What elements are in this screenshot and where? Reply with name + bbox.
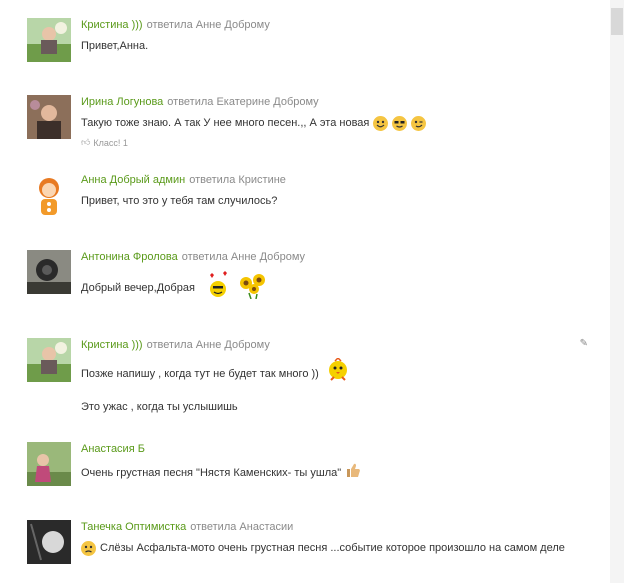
avatar[interactable] [27,95,71,139]
avatar[interactable] [27,173,71,217]
comment-text: Такую тоже знаю. А так У нее много песен… [81,117,370,129]
avatar[interactable] [27,18,71,62]
comment-text-row: Добрый вечер,Добрая [81,270,594,305]
edit-pencil-icon[interactable]: ✎ [580,338,588,349]
author-link[interactable]: Антонина Фролова [81,251,178,263]
author-link[interactable]: Анна Добрый админ [81,174,185,186]
scrollbar[interactable] [610,0,624,583]
wink-smile-icon [411,115,427,131]
reply-target[interactable]: ответила Анастасии [190,521,293,533]
sunglasses-smile-icon [392,115,408,131]
avatar[interactable] [27,442,71,486]
scrollbar-thumb[interactable] [611,8,623,35]
author-link[interactable]: Кристина ))) [81,19,143,31]
sad-smile-icon [81,540,96,556]
comment-text: Позже напишу , когда тут не будет так мн… [81,367,319,380]
comment-text: Слёзы Асфальта-мото очень грустная песня… [100,542,565,554]
thumbs-up-emoji-icon [345,462,361,483]
chick-icon [323,356,353,389]
comment-text: Привет, что это у тебя там случилось? [81,195,278,207]
comment-text: Очень грустная песня "Нястя Каменских- т… [81,466,342,479]
comment-text: Добрый вечер,Добрая [81,281,195,294]
comment-text-row: Позже напишу , когда тут не будет так мн… [81,356,594,389]
thumbs-up-icon: 👍︎ [81,137,91,147]
author-link[interactable]: Анастасия Б [81,443,145,455]
like-counter[interactable]: 👍︎ Класс! 1 [81,137,594,148]
comment-text-row: Такую тоже знаю. А так У нее много песен… [81,115,594,131]
comment-text-second-line: Это ужас , когда ты услышишь [81,401,238,413]
reply-target[interactable]: ответила Анне Доброму [182,251,305,263]
comment-text: Привет,Анна. [81,40,149,52]
reply-target[interactable]: ответила Анне Доброму [147,339,270,351]
smile-with-hearts-icon [207,270,233,305]
reply-target[interactable]: ответила Екатерине Доброму [167,96,318,108]
avatar[interactable] [27,338,71,382]
reply-target[interactable]: ответила Кристине [189,174,286,186]
reply-target[interactable]: ответила Анне Доброму [147,19,270,31]
smile-icon [373,115,389,131]
author-link[interactable]: Танечка Оптимистка [81,521,186,533]
comment-text-row: Очень грустная песня "Нястя Каменских- т… [81,462,594,483]
like-label: Класс! 1 [93,137,128,148]
flowers-icon [237,271,269,304]
author-link[interactable]: Ирина Логунова [81,96,163,108]
comment-text-row: Слёзы Асфальта-мото очень грустная песня… [81,540,594,556]
avatar[interactable] [27,520,71,564]
author-link[interactable]: Кристина ))) [81,339,143,351]
avatar[interactable] [27,250,71,294]
